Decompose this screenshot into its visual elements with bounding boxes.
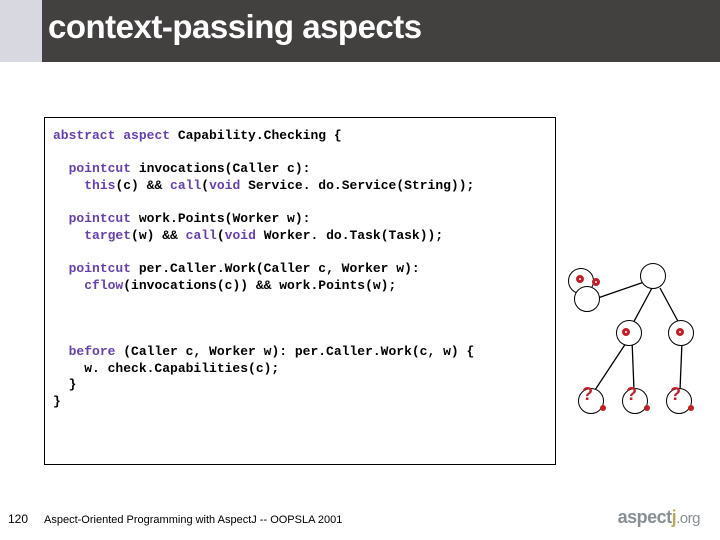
red-dot-icon <box>644 405 650 411</box>
qmark-icon: ? <box>626 384 637 405</box>
qmark-icon: ? <box>582 384 593 405</box>
slide: context-passing aspects abstract aspect … <box>0 0 720 540</box>
code-box: abstract aspect Capability.Checking { po… <box>44 117 556 465</box>
footer-text: Aspect-Oriented Programming with AspectJ… <box>44 514 342 526</box>
title-bar: context-passing aspects <box>0 0 720 62</box>
logo-aspect: aspect <box>618 507 672 527</box>
red-open-circle-icon <box>576 275 584 283</box>
logo: aspectj.org <box>618 507 700 528</box>
red-dot-icon <box>600 405 606 411</box>
code-content: abstract aspect Capability.Checking { po… <box>53 128 547 411</box>
qmark-icon: ? <box>670 384 681 405</box>
logo-org: .org <box>676 510 700 527</box>
red-open-circle-icon <box>622 328 630 336</box>
slide-number: 120 <box>8 512 28 526</box>
title-left-accent <box>0 0 42 62</box>
red-open-circle-icon <box>676 328 684 336</box>
red-open-circle-icon <box>592 278 600 286</box>
node-circle <box>640 263 666 289</box>
worker-diagram: ? ? ? <box>560 260 710 460</box>
slide-title: context-passing aspects <box>48 8 422 46</box>
red-dot-icon <box>688 405 694 411</box>
node-circle <box>574 286 600 312</box>
